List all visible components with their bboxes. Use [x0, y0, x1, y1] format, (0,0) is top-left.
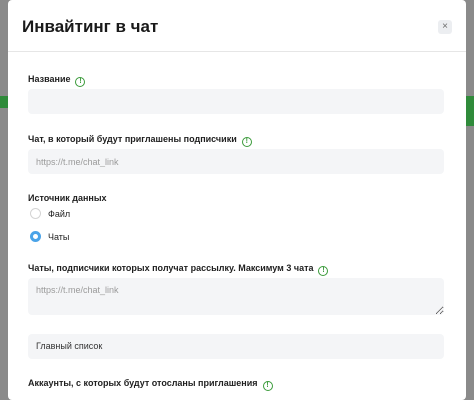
source-chats-textarea[interactable] [28, 278, 444, 315]
backdrop-accent-right [466, 96, 474, 126]
radio-label-file: Файл [48, 208, 71, 219]
invite-modal: Инвайтинг в чат × Название! Чат, в котор… [8, 0, 466, 400]
name-label: Название! [28, 74, 86, 87]
accounts-label-text: Аккаунты, с которых будут отосланы пригл… [28, 378, 258, 388]
source-chats-label-text: Чаты, подписчики которых получат рассылк… [28, 263, 314, 273]
data-source-label: Источник данных [28, 193, 107, 203]
source-chats-label: Чаты, подписчики которых получат рассылк… [28, 263, 329, 276]
accounts-label: Аккаунты, с которых будут отосланы пригл… [28, 378, 273, 391]
info-icon[interactable]: ! [75, 77, 86, 87]
name-label-text: Название [28, 74, 71, 84]
info-icon[interactable]: ! [318, 266, 329, 276]
radio-option-file[interactable]: Файл [30, 208, 70, 219]
backdrop-accent-left [0, 96, 8, 108]
modal-title: Инвайтинг в чат [22, 17, 159, 36]
radio-button-selected[interactable] [30, 231, 41, 242]
close-button[interactable]: × [438, 20, 452, 34]
list-select-value: Главный список [36, 341, 103, 351]
modal-header: Инвайтинг в чат × [8, 0, 466, 52]
name-input[interactable] [28, 89, 444, 114]
chat-link-label: Чат, в который будут приглашены подписчи… [28, 134, 252, 147]
radio-option-chats[interactable]: Чаты [30, 231, 69, 242]
info-icon[interactable]: ! [262, 381, 273, 391]
chat-link-input[interactable] [28, 149, 444, 174]
radio-button[interactable] [30, 208, 41, 219]
info-icon[interactable]: ! [241, 137, 252, 147]
chat-link-label-text: Чат, в который будут приглашены подписчи… [28, 134, 237, 144]
close-icon: × [442, 21, 448, 32]
radio-label-chats: Чаты [48, 231, 70, 242]
